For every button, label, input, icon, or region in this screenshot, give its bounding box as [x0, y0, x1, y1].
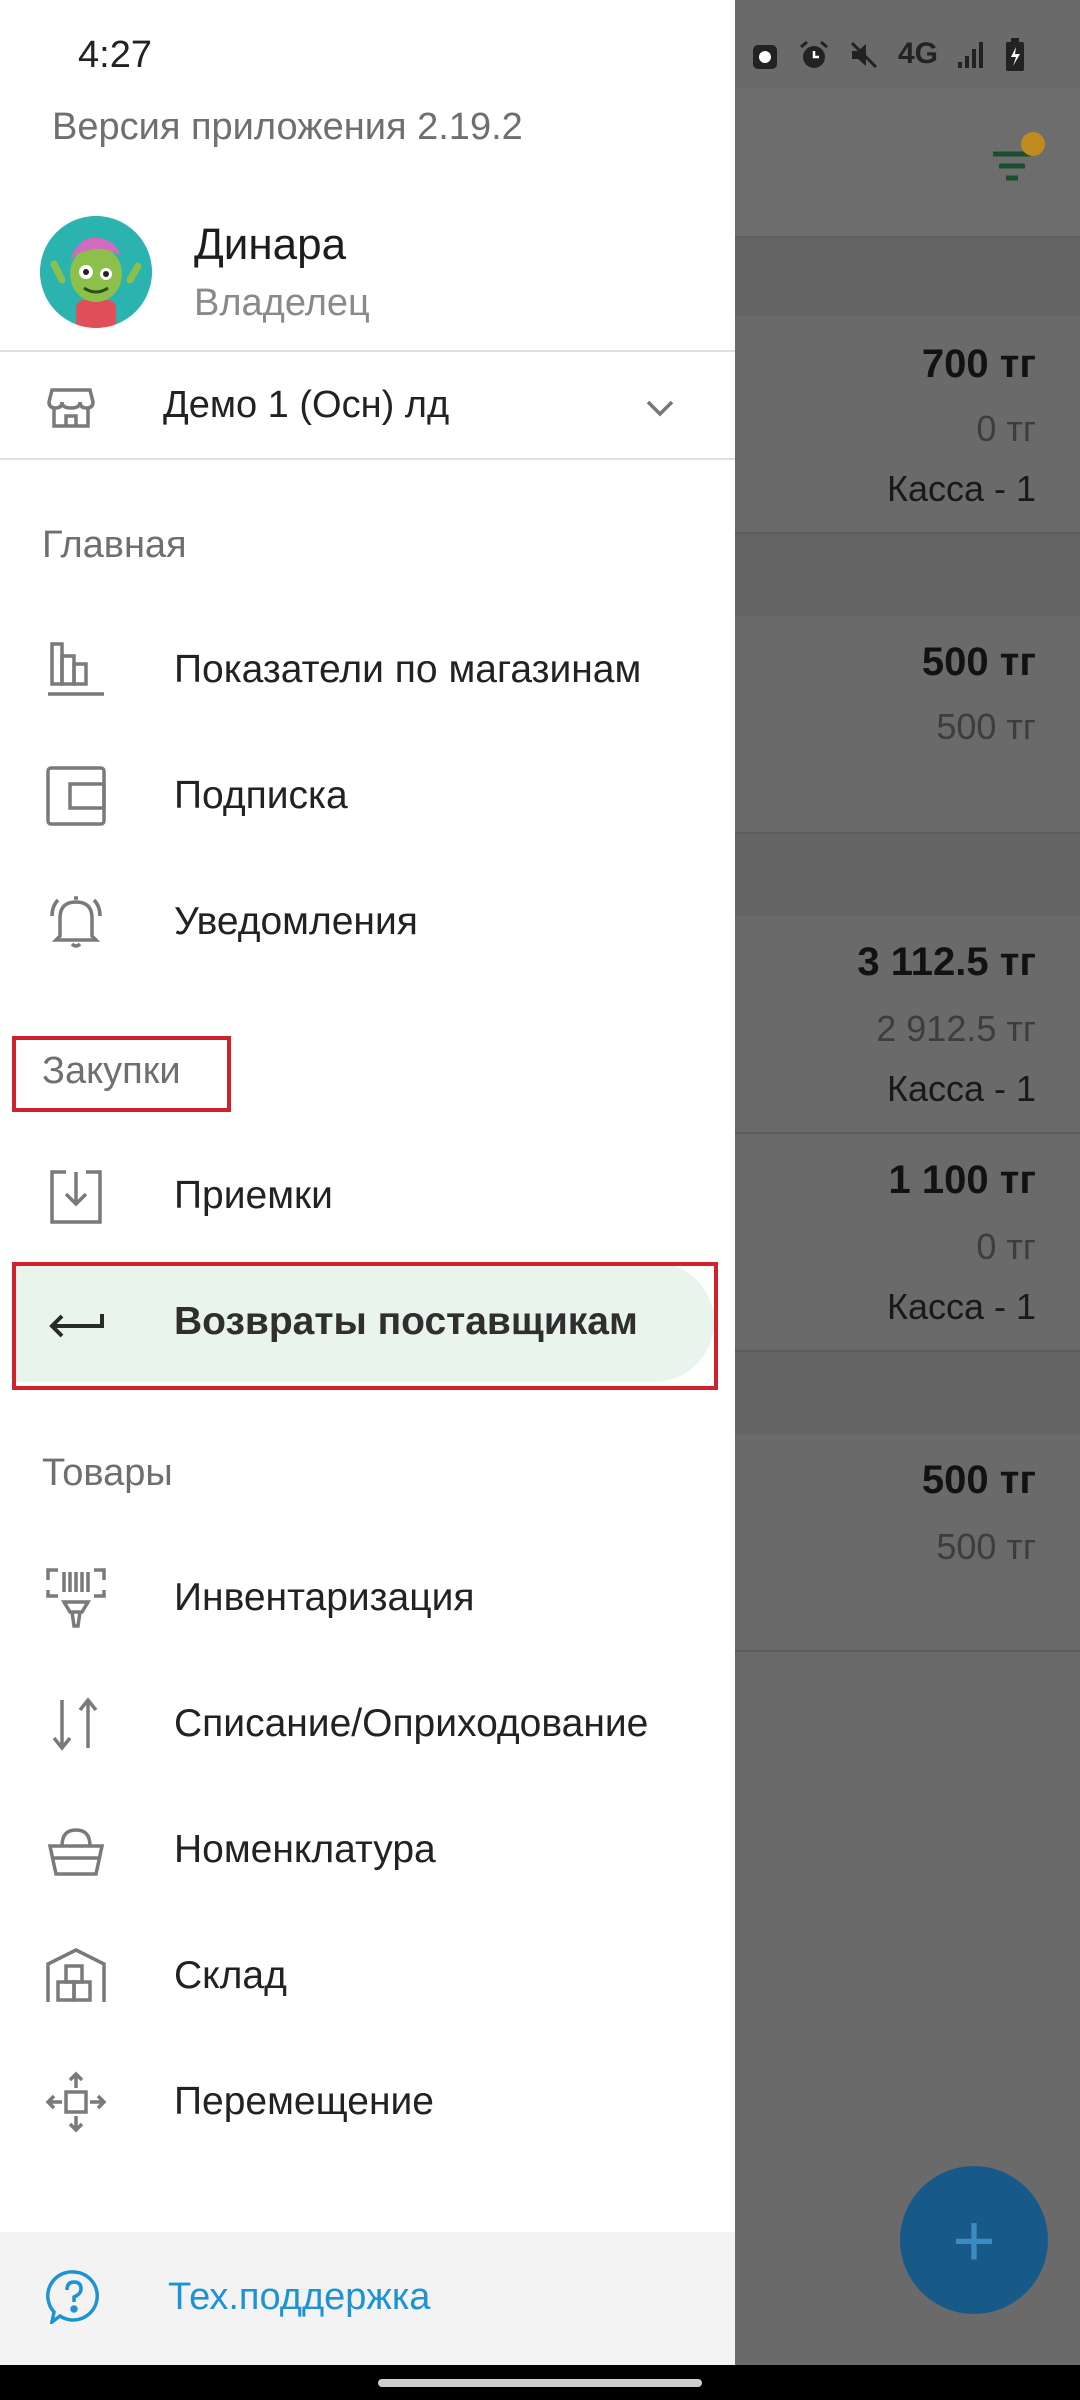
navigation-drawer: Версия приложения 2.19.2 Динара Владелец… — [0, 0, 735, 2365]
app-version: Версия приложения 2.19.2 — [52, 106, 523, 148]
menu-item-nomenclature[interactable]: Номенклатура — [0, 1790, 735, 1910]
store-selector[interactable]: Демо 1 (Осн) лд — [0, 352, 735, 458]
menu-item-subscription[interactable]: Подписка — [0, 736, 735, 856]
item-sub-amount: 2 912.5 тг — [876, 1008, 1036, 1049]
section-title-main: Главная — [42, 524, 187, 566]
item-sub-amount: 500 тг — [936, 1526, 1036, 1567]
item-kassa: Касса - 1 — [886, 1286, 1036, 1327]
item-kassa: Касса - 1 — [886, 468, 1036, 509]
add-fab-button[interactable]: + — [900, 2166, 1048, 2314]
system-navigation-bar — [0, 2365, 1080, 2400]
item-amount: 500 тг — [921, 1458, 1036, 1502]
network-type-text: 4G — [897, 36, 938, 70]
download-tray-icon — [44, 1164, 108, 1228]
signal-icon — [956, 40, 986, 70]
status-time: 4:27 — [78, 34, 152, 76]
item-kassa: Касса - 1 — [886, 1068, 1036, 1109]
user-role: Владелец — [194, 282, 370, 324]
bar-chart-icon — [44, 638, 108, 702]
divider — [0, 458, 735, 460]
menu-item-notifications[interactable]: Уведомления — [0, 862, 735, 982]
item-sub-amount: 0 тг — [976, 408, 1036, 449]
menu-item-label: Показатели по магазинам — [174, 648, 642, 691]
menu-item-transfer[interactable]: Перемещение — [0, 2042, 735, 2162]
highlight-box — [12, 1262, 718, 1390]
basket-icon — [44, 1818, 108, 1882]
wallet-icon — [44, 764, 108, 828]
menu-item-label: Номенклатура — [174, 1828, 436, 1871]
filter-icon[interactable] — [985, 132, 1045, 192]
user-name: Динара — [194, 220, 347, 269]
menu-item-warehouse[interactable]: Склад — [0, 1916, 735, 2036]
item-amount: 3 112.5 тг — [857, 940, 1036, 984]
item-sub-amount: 500 тг — [936, 706, 1036, 747]
menu-item-store-indicators[interactable]: Показатели по магазинам — [0, 610, 735, 730]
status-icons: 4G — [750, 38, 1026, 72]
bell-icon — [44, 890, 108, 954]
store-name: Демо 1 (Осн) лд — [163, 384, 450, 426]
menu-item-label: Уведомления — [174, 900, 418, 943]
section-title-goods: Товары — [42, 1452, 173, 1494]
menu-item-inventory[interactable]: Инвентаризация — [0, 1538, 735, 1658]
mute-icon — [848, 39, 880, 71]
up-down-arrows-icon — [44, 1692, 108, 1756]
store-icon — [46, 382, 96, 432]
home-gesture-handle[interactable] — [378, 2379, 702, 2387]
battery-icon — [1004, 38, 1026, 72]
barcode-scanner-icon — [44, 1566, 108, 1630]
menu-item-label: Склад — [174, 1954, 287, 1997]
menu-item-label: Инвентаризация — [174, 1576, 475, 1619]
item-amount: 700 тг — [921, 342, 1036, 386]
menu-item-receipts[interactable]: Приемки — [0, 1136, 735, 1256]
help-chat-icon — [46, 2268, 102, 2324]
vpn-lock-icon — [750, 39, 780, 71]
move-arrows-icon — [44, 2070, 108, 2134]
network-type-label: 4G — [897, 36, 938, 70]
warehouse-icon — [44, 1944, 108, 2008]
item-sub-amount: 0 тг — [976, 1226, 1036, 1267]
menu-item-label: Перемещение — [174, 2080, 434, 2123]
support-label: Тех.поддержка — [168, 2276, 431, 2318]
alarm-icon — [798, 39, 830, 71]
menu-item-label: Подписка — [174, 774, 348, 817]
support-link[interactable]: Тех.поддержка — [0, 2232, 735, 2365]
menu-item-label: Списание/Оприходование — [174, 1702, 649, 1745]
item-amount: 1 100 тг — [888, 1158, 1036, 1202]
status-bar: 4:27 4G — [0, 0, 1080, 88]
avatar[interactable] — [40, 216, 152, 328]
filter-badge-dot — [1021, 132, 1045, 156]
highlight-box — [12, 1036, 231, 1112]
menu-item-writeoff[interactable]: Списание/Оприходование — [0, 1664, 735, 1784]
chevron-down-icon[interactable] — [640, 388, 680, 428]
menu-item-label: Приемки — [174, 1174, 333, 1217]
item-amount: 500 тг — [921, 640, 1036, 684]
